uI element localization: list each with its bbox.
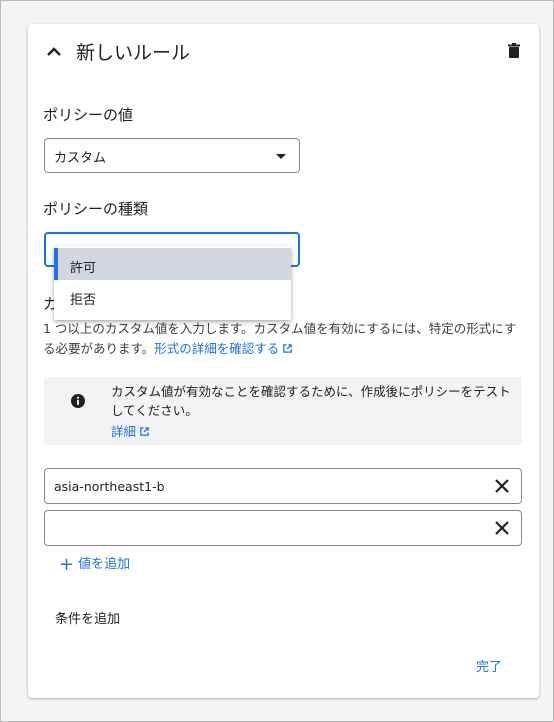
custom-value-input-2[interactable]: [45, 511, 485, 545]
custom-value-field-2: [44, 510, 522, 546]
info-icon: [71, 394, 85, 408]
add-value-label: 値を追加: [78, 557, 131, 572]
chevron-up-icon: [47, 47, 61, 56]
done-button[interactable]: 完了: [476, 656, 502, 675]
window-frame: 新しいルール ポリシーの値 カスタム ポリシーの種類 許可 拒否 カ 1 つ以上…: [0, 0, 554, 722]
external-link-icon: [283, 344, 293, 353]
close-icon: [495, 521, 509, 535]
add-condition-label: 条件を追加: [55, 612, 121, 627]
custom-value-input-1[interactable]: [45, 469, 485, 503]
option-deny-label: 拒否: [70, 293, 97, 308]
external-link-icon: [140, 427, 149, 436]
close-icon: [495, 479, 509, 493]
format-details-link-text: 形式の詳細を確認する: [154, 341, 280, 356]
add-value-button[interactable]: + 値を追加: [59, 552, 131, 575]
info-details-link-text: 詳細: [111, 424, 137, 439]
info-text: カスタム値が有効なことを確認するために、作成後にポリシーをテストしてください。: [111, 384, 511, 418]
trash-icon: [508, 43, 520, 58]
option-allow[interactable]: 許可: [54, 248, 291, 280]
option-deny[interactable]: 拒否: [54, 280, 291, 312]
caret-down-icon: [276, 154, 286, 159]
policy-value-select[interactable]: カスタム: [44, 138, 300, 173]
policy-type-label: ポリシーの種類: [43, 200, 149, 218]
custom-values-helper: 1 つ以上のカスタム値を入力します。カスタム値を有効にするには、特定の形式にする…: [43, 319, 523, 359]
policy-type-dropdown: 許可 拒否: [54, 246, 291, 320]
rule-card: 新しいルール ポリシーの値 カスタム ポリシーの種類 許可 拒否 カ 1 つ以上…: [28, 24, 539, 698]
add-condition-button[interactable]: 条件を追加: [55, 608, 120, 627]
policy-value-selected: カスタム: [54, 151, 107, 166]
format-details-link[interactable]: 形式の詳細を確認する: [154, 341, 293, 356]
info-box: カスタム値が有効なことを確認するために、作成後にポリシーをテストしてください。 …: [44, 377, 522, 445]
done-label: 完了: [476, 660, 503, 675]
custom-value-field-1: [44, 468, 522, 504]
option-allow-label: 許可: [70, 261, 97, 276]
policy-value-label: ポリシーの値: [43, 106, 134, 124]
rule-title: 新しいルール: [76, 42, 191, 64]
info-details-link[interactable]: 詳細: [111, 421, 150, 440]
collapse-button[interactable]: [43, 41, 65, 63]
clear-value-2-button[interactable]: [494, 520, 510, 536]
delete-rule-button[interactable]: [504, 41, 524, 61]
clear-value-1-button[interactable]: [494, 478, 510, 494]
plus-icon: +: [59, 554, 75, 575]
